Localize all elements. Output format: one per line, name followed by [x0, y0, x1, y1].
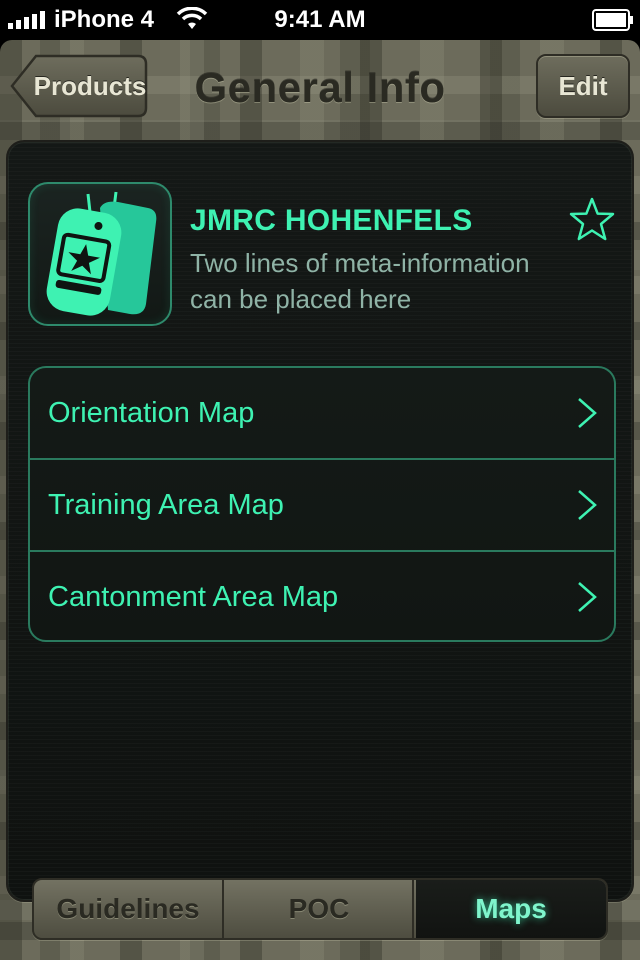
battery-icon: [592, 9, 633, 31]
maps-list: Orientation Map Training Area Map Canton…: [28, 366, 616, 642]
item-meta-line-1: Two lines of meta-information: [190, 248, 530, 278]
star-outline-icon[interactable]: [568, 196, 616, 244]
list-item-cantonment-area-map[interactable]: Cantonment Area Map: [30, 552, 614, 640]
status-time: 9:41 AM: [274, 6, 366, 33]
list-item-label: Cantonment Area Map: [48, 581, 339, 613]
app-frame: Products General Info Edit JMRC HOHENFEL…: [0, 40, 640, 960]
status-bar: iPhone 4 9:41 AM: [0, 0, 640, 40]
chevron-right-icon: [578, 582, 597, 612]
segmented-tab-bar: Guidelines POC Maps: [32, 878, 608, 940]
content-panel: JMRC HOHENFELS Two lines of meta-informa…: [6, 140, 634, 902]
chevron-right-icon: [578, 398, 597, 428]
item-meta-line-2: can be placed here: [190, 284, 412, 314]
list-item-label: Orientation Map: [48, 397, 255, 429]
tab-poc[interactable]: POC: [226, 880, 414, 938]
list-item-label: Training Area Map: [48, 489, 284, 521]
list-item-training-area-map[interactable]: Training Area Map: [30, 460, 614, 550]
dog-tags-icon: [28, 182, 172, 326]
chevron-right-icon: [578, 490, 597, 520]
edit-button[interactable]: Edit: [536, 54, 630, 118]
item-title: JMRC HOHENFELS: [190, 204, 473, 237]
tab-guidelines[interactable]: Guidelines: [34, 880, 224, 938]
tab-maps[interactable]: Maps: [416, 880, 606, 938]
dog-tags-graphic: [46, 191, 157, 316]
list-item-orientation-map[interactable]: Orientation Map: [30, 368, 614, 458]
